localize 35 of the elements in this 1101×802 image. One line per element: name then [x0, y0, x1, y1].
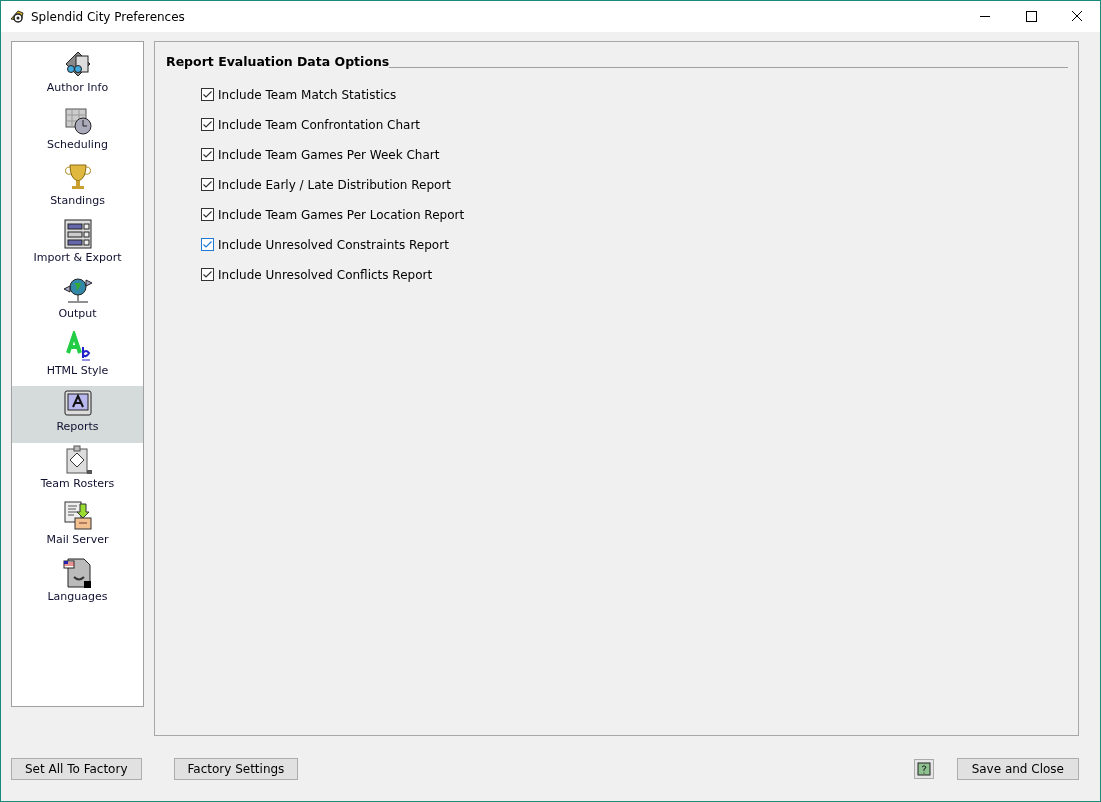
checkbox-label[interactable]: Include Team Confrontation Chart [218, 117, 421, 132]
checkbox-label[interactable]: Include Unresolved Constraints Report [218, 237, 449, 252]
checkbox[interactable] [201, 268, 214, 281]
window-title: Splendid City Preferences [31, 9, 185, 24]
checkbox[interactable] [201, 238, 214, 251]
sidebar-item[interactable]: Import & Export [12, 216, 143, 273]
factory-button[interactable]: Factory Settings [173, 758, 299, 780]
sidebar-item[interactable]: Scheduling [12, 103, 143, 160]
app-icon [9, 8, 25, 25]
checkbox[interactable] [201, 148, 214, 161]
checkbox[interactable] [201, 208, 214, 221]
group-title: Report Evaluation Data Options [166, 54, 390, 69]
checkbox[interactable] [201, 88, 214, 101]
sidebar-item[interactable]: Mail Server [12, 499, 143, 556]
letter-card-icon [61, 387, 94, 419]
checkbox-label[interactable]: Include Team Match Statistics [218, 87, 397, 102]
checkbox-label[interactable]: Include Unresolved Conflicts Report [218, 267, 433, 282]
checkbox-label[interactable]: Include Team Games Per Location Report [218, 207, 465, 222]
sidebar-item[interactable]: Standings [12, 160, 143, 217]
sidebar-item[interactable]: Team Rosters [12, 442, 143, 499]
checkbox[interactable] [201, 118, 214, 131]
help-icon[interactable] [913, 759, 934, 779]
sidebar-item[interactable]: Reports [12, 386, 143, 443]
sidebar-item[interactable]: Author Info [12, 47, 143, 104]
factory-button[interactable]: Set All To Factory [11, 758, 142, 780]
face-page-icon [61, 556, 94, 589]
sidebar-item[interactable]: Output [12, 273, 143, 330]
save-and-close-button[interactable]: Save and Close [956, 758, 1079, 780]
sidebar-item[interactable]: HTML Style [12, 329, 143, 386]
sidebar-item[interactable]: Languages [12, 555, 143, 612]
checkbox-label[interactable]: Include Early / Late Distribution Report [218, 177, 451, 192]
list-panel-icon [61, 217, 94, 250]
mail-document-icon [61, 500, 94, 532]
checkbox-label[interactable]: Include Team Games Per Week Chart [218, 147, 440, 162]
checkbox[interactable] [201, 178, 214, 191]
